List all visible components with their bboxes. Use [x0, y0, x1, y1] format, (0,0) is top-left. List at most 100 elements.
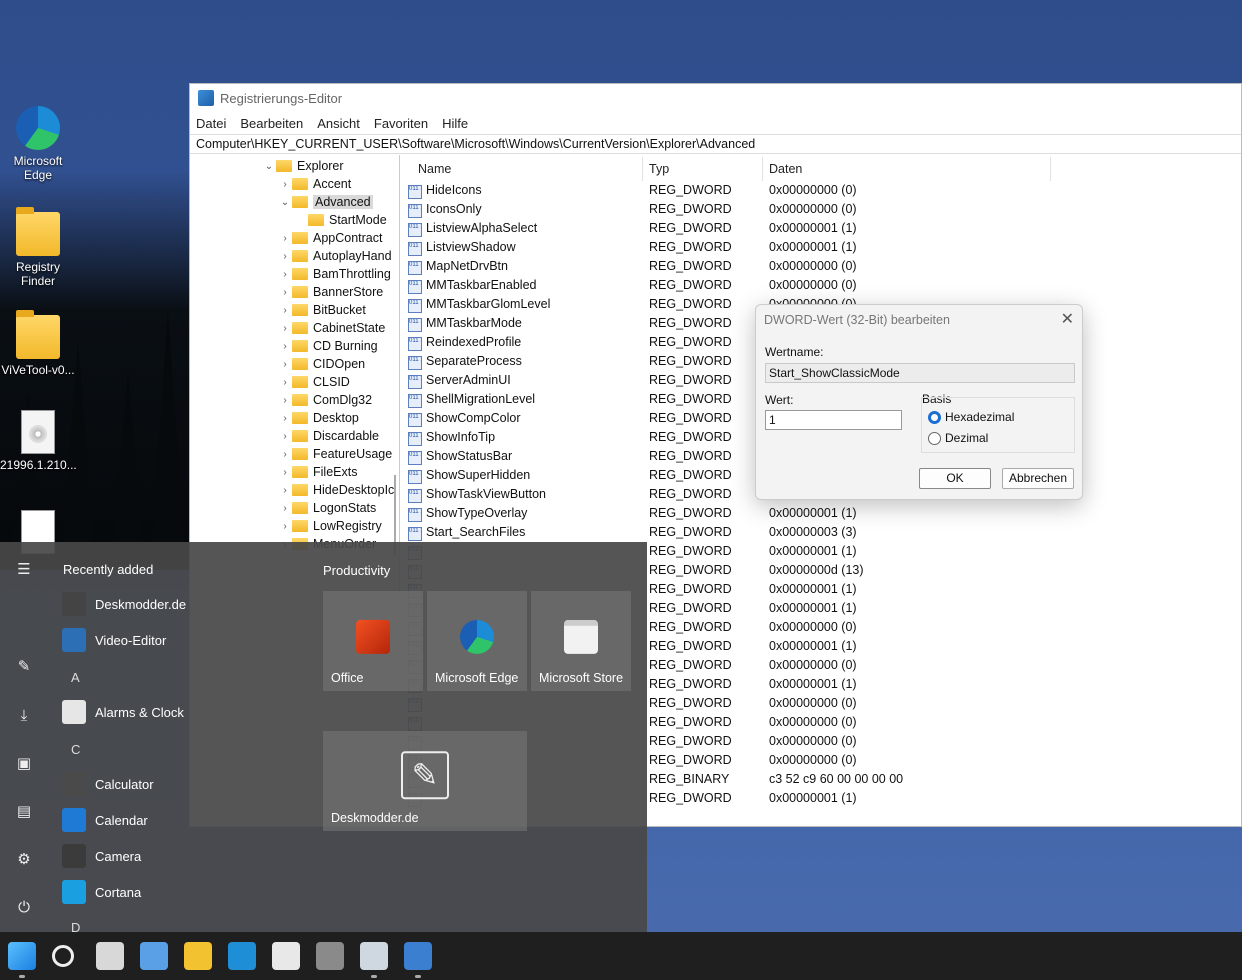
tree-node[interactable]: › FileExts — [278, 463, 357, 481]
tree-node[interactable]: › ComDlg32 — [278, 391, 372, 409]
chevron-right-icon[interactable]: › — [278, 413, 292, 424]
power-icon[interactable]: ⏻ — [14, 898, 34, 918]
chevron-right-icon[interactable]: › — [278, 287, 292, 298]
chevron-down-icon[interactable]: ⌄ — [262, 161, 276, 172]
value-row[interactable]: 011 110 HideIcons REG_DWORD 0x00000000 (0) — [408, 183, 1048, 202]
chevron-right-icon[interactable]: › — [278, 251, 292, 262]
chevron-right-icon[interactable]: › — [278, 449, 292, 460]
tree-node[interactable]: › Discardable — [278, 427, 379, 445]
value-row[interactable]: 011 110 ListviewShadow REG_DWORD 0x00000001… — [408, 240, 1048, 259]
address-bar[interactable]: Computer\HKEY_CURRENT_USER\Software\Micr… — [190, 134, 1241, 154]
chevron-right-icon[interactable]: › — [278, 467, 292, 478]
settings-icon[interactable]: ⚙ — [14, 850, 34, 870]
resource-monitor-icon[interactable] — [360, 942, 388, 970]
pictures-icon[interactable]: ▣ — [14, 754, 34, 774]
tree-node[interactable]: › HideDesktopIc — [278, 481, 394, 499]
tree-node[interactable]: › CIDOpen — [278, 355, 365, 373]
chevron-right-icon[interactable]: › — [278, 179, 292, 190]
edge-icon[interactable] — [228, 942, 256, 970]
value-row[interactable]: 011 110 IconsOnly REG_DWORD 0x00000000 (0) — [408, 202, 1048, 221]
widgets-icon[interactable] — [140, 942, 168, 970]
value-row[interactable]: 011 110 MapNetDrvBtn REG_DWORD 0x00000000 (… — [408, 259, 1048, 278]
tree-node[interactable]: › CabinetState — [278, 319, 385, 337]
tree-node[interactable]: › Accent — [278, 175, 351, 193]
chevron-right-icon[interactable]: › — [278, 503, 292, 514]
settings-icon[interactable] — [316, 942, 344, 970]
ok-button[interactable]: OK — [919, 468, 991, 489]
app-list-item[interactable]: Cortana — [62, 878, 141, 906]
tree-node[interactable]: › FeatureUsage — [278, 445, 392, 463]
app-list-letter[interactable]: C — [71, 742, 80, 757]
app-list-item[interactable]: Calendar — [62, 806, 148, 834]
chevron-right-icon[interactable]: › — [278, 305, 292, 316]
app-list-letter[interactable]: A — [71, 670, 80, 685]
desktop-icon-edge[interactable]: Microsoft Edge — [0, 106, 76, 182]
app-list-item[interactable]: Deskmodder.de — [62, 590, 186, 618]
menu-ansicht[interactable]: Ansicht — [317, 116, 360, 131]
radio-decimal[interactable]: Dezimal — [928, 431, 988, 445]
tree-node[interactable]: › CLSID — [278, 373, 350, 391]
documents-icon[interactable]: ▤ — [14, 802, 34, 822]
chevron-right-icon[interactable]: › — [278, 395, 292, 406]
tree-node[interactable]: › BamThrottling — [278, 265, 390, 283]
value-name-field[interactable]: Start_ShowClassicMode — [765, 363, 1075, 383]
chevron-right-icon[interactable]: › — [278, 269, 292, 280]
chevron-right-icon[interactable]: › — [278, 431, 292, 442]
tree-node[interactable]: › BannerStore — [278, 283, 383, 301]
desktop-icon-iso[interactable]: 21996.1.210... — [0, 410, 77, 472]
menu-hilfe[interactable]: Hilfe — [442, 116, 468, 131]
chevron-right-icon[interactable]: › — [278, 485, 292, 496]
close-icon[interactable]: ✕ — [1061, 309, 1074, 329]
tree-node[interactable]: ⌄ Explorer — [262, 157, 344, 175]
column-header-type[interactable]: Typ — [649, 162, 669, 176]
app-list-item[interactable]: Calculator — [62, 770, 154, 798]
radio-hexadecimal[interactable]: Hexadezimal — [928, 410, 1014, 424]
cancel-button[interactable]: Abbrechen — [1002, 468, 1074, 489]
menu-bearbeiten[interactable]: Bearbeiten — [240, 116, 303, 131]
tree-node[interactable]: › BitBucket — [278, 301, 365, 319]
store-icon[interactable] — [272, 942, 300, 970]
tile-office[interactable]: Office — [323, 591, 423, 691]
tile-deskmodder[interactable]: ✎ Deskmodder.de — [323, 731, 527, 831]
chevron-right-icon[interactable]: › — [278, 323, 292, 334]
column-header-data[interactable]: Daten — [769, 162, 802, 176]
value-data-input[interactable]: 1 — [765, 410, 902, 430]
regedit-icon[interactable] — [404, 942, 432, 970]
title-bar[interactable]: Registrierungs-Editor — [190, 84, 1241, 112]
tree-node[interactable]: › Desktop — [278, 409, 359, 427]
tree-node[interactable]: › CD Burning — [278, 337, 377, 355]
tile-microsoft-edge[interactable]: Microsoft Edge — [427, 591, 527, 691]
tree-node[interactable]: ⌄ Advanced — [278, 193, 373, 211]
downloads-icon[interactable]: ⤓ — [14, 706, 34, 726]
chevron-right-icon[interactable]: › — [278, 233, 292, 244]
task-view-icon[interactable] — [96, 942, 124, 970]
hamburger-menu-icon[interactable]: ☰ — [14, 560, 34, 580]
menu-favoriten[interactable]: Favoriten — [374, 116, 428, 131]
tree-node[interactable]: StartMode — [294, 211, 387, 229]
app-list-item[interactable]: Alarms & Clock — [62, 698, 184, 726]
chevron-right-icon[interactable]: › — [278, 521, 292, 532]
chevron-right-icon[interactable]: › — [278, 359, 292, 370]
search-icon[interactable] — [52, 945, 74, 967]
chevron-right-icon[interactable]: › — [278, 341, 292, 352]
menu-datei[interactable]: Datei — [196, 116, 226, 131]
app-list-item[interactable]: Video-Editor — [62, 626, 166, 654]
tree-node[interactable]: › AutoplayHand — [278, 247, 391, 265]
desktop-icon-vivetool[interactable]: ViVeTool-v0... — [0, 310, 76, 377]
tile-microsoft-store[interactable]: Microsoft Store — [531, 591, 631, 691]
brush-icon[interactable]: ✎ — [14, 657, 34, 677]
start-icon[interactable] — [8, 942, 36, 970]
tree-node[interactable]: › LowRegistry — [278, 517, 381, 535]
value-row[interactable]: 011 110 ListviewAlphaSelect REG_DWORD 0x000… — [408, 221, 1048, 240]
value-row[interactable]: 011 110 MMTaskbarEnabled REG_DWORD 0x000000… — [408, 278, 1048, 297]
value-row[interactable]: 011 110 ShowTypeOverlay REG_DWORD 0x0000000… — [408, 506, 1048, 525]
file-explorer-icon[interactable] — [184, 942, 212, 970]
tree-node[interactable]: › AppContract — [278, 229, 382, 247]
tree-node[interactable]: › LogonStats — [278, 499, 376, 517]
app-list-item[interactable]: Camera — [62, 842, 141, 870]
chevron-right-icon[interactable]: › — [278, 377, 292, 388]
desktop-icon-registry-finder[interactable]: Registry Finder — [0, 207, 76, 288]
chevron-down-icon[interactable]: ⌄ — [278, 197, 292, 208]
column-header-name[interactable]: Name — [418, 162, 451, 176]
app-list-letter[interactable]: D — [71, 920, 80, 932]
